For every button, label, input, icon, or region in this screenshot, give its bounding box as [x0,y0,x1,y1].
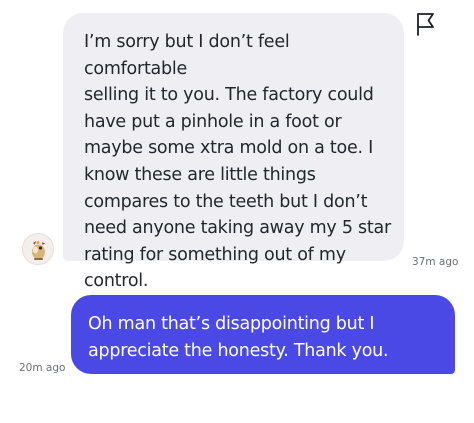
sent-timestamp: 20m ago [19,362,66,374]
avatar-image [23,234,53,264]
message-line: I’m sorry but I don’t feel comfortable [84,32,290,79]
message-line: have put a pinhole in a foot or [84,111,342,132]
received-message-text: I’m sorry but I don’t feel comfortable s… [84,29,392,295]
message-line: selling it to you. The factory could [84,85,374,106]
flag-icon[interactable] [416,12,436,36]
message-line: compares to the teeth but I don’t [84,191,368,212]
sent-message-text: Oh man that’s disappointing but I apprec… [88,311,445,364]
received-timestamp: 37m ago [412,256,459,268]
received-message-bubble: I’m sorry but I don’t feel comfortable s… [63,13,404,291]
sender-avatar[interactable] [22,233,54,265]
message-line: control. [84,271,149,292]
message-line: appreciate the honesty. Thank you. [88,340,389,361]
message-thread: I’m sorry but I don’t feel comfortable s… [0,0,474,423]
sent-message-bubble: Oh man that’s disappointing but I apprec… [71,295,455,374]
message-line: maybe some xtra mold on a toe. I [84,138,374,159]
message-line: know these are little things [84,164,316,185]
message-line: rating for something out of my [84,244,346,265]
message-line: Oh man that’s disappointing but I [88,314,375,334]
message-line: need anyone taking away my 5 star [84,218,391,239]
